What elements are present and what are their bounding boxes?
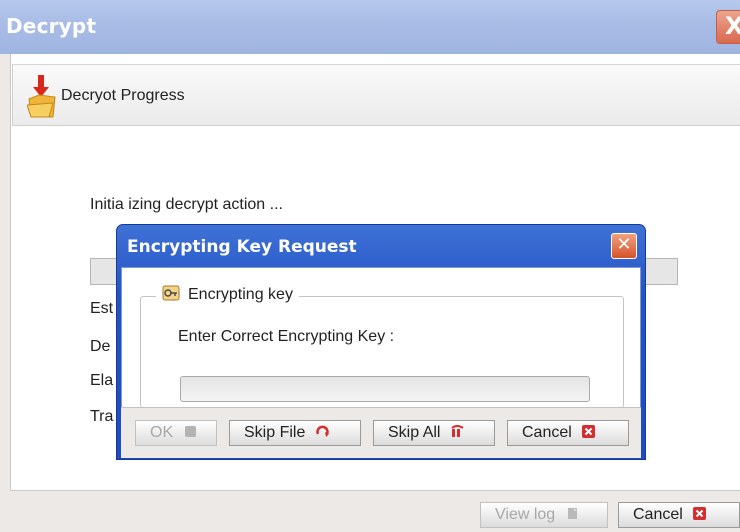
folder-download-icon: [27, 75, 56, 118]
window-titlebar: Decrypt X: [0, 0, 740, 54]
status-text: Initia izing decrypt action ...: [90, 196, 283, 213]
dialog-cancel-label: Cancel: [522, 424, 572, 441]
ok-label: OK: [150, 424, 174, 441]
skip-all-button[interactable]: Skip All: [373, 420, 495, 446]
skip-file-icon: [316, 425, 329, 437]
group-legend: Encrypting key: [156, 285, 299, 304]
progress-header: Decryot Progress: [12, 64, 740, 126]
dialog-button-bar: OK Skip File Skip All Cancel: [121, 407, 641, 458]
cancel-x-icon: [693, 507, 707, 520]
progress-title: Decryot Progress: [61, 87, 185, 104]
dialog-title: Encrypting Key Request: [127, 237, 357, 257]
window-title: Decrypt: [6, 14, 97, 38]
stat-label-elapsed: Ela: [90, 372, 114, 389]
view-log-button[interactable]: View log: [480, 502, 608, 528]
encrypting-key-dialog: Encrypting Key Request ✕ Encrypting key …: [116, 224, 646, 460]
view-log-label: View log: [495, 506, 556, 523]
stat-label-estimated: Est: [90, 300, 114, 317]
dialog-cancel-button[interactable]: Cancel: [507, 420, 629, 446]
group-label: Encrypting key: [188, 286, 293, 303]
document-icon: [567, 508, 577, 519]
key-prompt: Enter Correct Encrypting Key :: [178, 328, 395, 345]
ok-button[interactable]: OK: [135, 420, 217, 446]
skip-all-icon: [451, 425, 464, 437]
encrypting-key-input[interactable]: [180, 376, 590, 402]
dialog-close-button[interactable]: ✕: [611, 233, 637, 259]
skip-file-label: Skip File: [244, 424, 306, 441]
cancel-x-icon: [582, 425, 596, 438]
window-cancel-button[interactable]: Cancel: [618, 502, 740, 528]
ok-icon: [184, 426, 196, 437]
window-cancel-label: Cancel: [633, 506, 683, 523]
window-close-button[interactable]: X: [716, 10, 740, 44]
stat-label-decrypted: De: [90, 338, 111, 355]
skip-file-button[interactable]: Skip File: [229, 420, 361, 446]
key-icon: [162, 285, 180, 301]
skip-all-label: Skip All: [388, 424, 441, 441]
stat-label-transferred: Tra: [90, 408, 114, 425]
